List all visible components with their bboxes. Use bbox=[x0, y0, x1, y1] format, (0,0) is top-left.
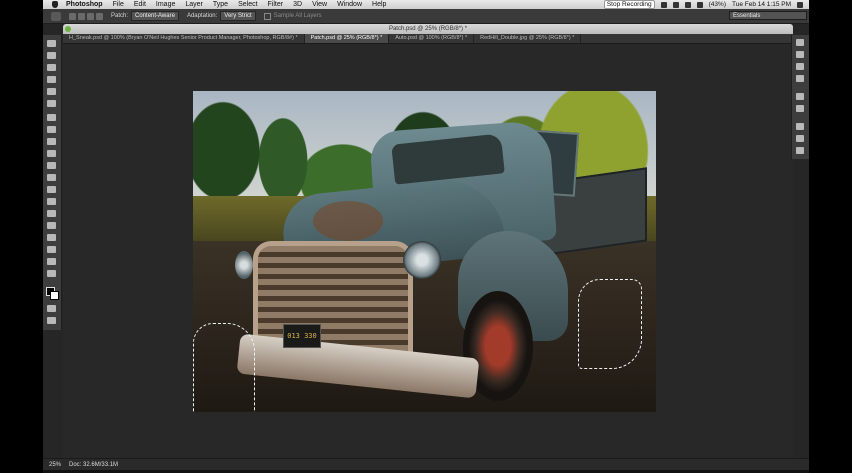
new-selection-icon[interactable] bbox=[69, 12, 76, 20]
tab-label: Patch.psd @ 25% (RGB/8*) * bbox=[310, 35, 383, 41]
add-selection-icon[interactable] bbox=[78, 12, 85, 20]
properties-panel-icon[interactable] bbox=[796, 51, 804, 58]
clone-stamp-tool-icon[interactable] bbox=[47, 138, 56, 145]
truck-photo[interactable]: 013 330 bbox=[193, 91, 656, 412]
volume-icon[interactable] bbox=[696, 1, 703, 8]
tool-options-bar: Patch: Content-Aware Adaptation: Very St… bbox=[43, 9, 809, 24]
zoom-tool-icon[interactable] bbox=[47, 270, 56, 277]
right-black-bar bbox=[809, 0, 852, 473]
swatches-panel-icon[interactable] bbox=[796, 105, 804, 112]
history-panel-icon[interactable] bbox=[796, 39, 804, 46]
truck-headlight-left bbox=[235, 251, 253, 279]
menu-filter[interactable]: Filter bbox=[268, 0, 284, 9]
document-titlebar: Patch.psd @ 25% (RGB/8*) * bbox=[63, 24, 793, 34]
patch-selection-right[interactable] bbox=[578, 279, 642, 369]
sample-all-layers-label: Sample All Layers bbox=[273, 13, 322, 19]
eraser-tool-icon[interactable] bbox=[47, 162, 56, 169]
tab-label: Auto.psd @ 100% (RGB/8*) * bbox=[395, 35, 468, 41]
patch-selection-left[interactable] bbox=[193, 323, 255, 412]
license-plate: 013 330 bbox=[283, 324, 321, 348]
menu-window[interactable]: Window bbox=[337, 0, 362, 9]
patch-label: Patch: bbox=[111, 13, 129, 19]
dodge-tool-icon[interactable] bbox=[47, 198, 56, 205]
stop-recording-button[interactable]: Stop Recording bbox=[603, 0, 655, 9]
intersect-selection-icon[interactable] bbox=[96, 12, 103, 20]
spotlight-search-icon[interactable] bbox=[797, 1, 803, 8]
hand-tool-icon[interactable] bbox=[47, 258, 56, 265]
menu-image[interactable]: Image bbox=[156, 0, 175, 9]
menu-3d[interactable]: 3D bbox=[293, 0, 302, 9]
menu-file[interactable]: File bbox=[113, 0, 124, 9]
left-black-bar bbox=[0, 0, 43, 473]
screen-mode-icon[interactable] bbox=[47, 317, 56, 324]
clock[interactable]: Tue Feb 14 1:15 PM bbox=[732, 1, 791, 8]
adaptation-dropdown[interactable]: Very Strict bbox=[220, 11, 256, 21]
path-selection-tool-icon[interactable] bbox=[47, 234, 56, 241]
menubar-status-area: Stop Recording (43%) Tue Feb 14 1:15 PM bbox=[603, 0, 803, 9]
move-tool-icon[interactable] bbox=[47, 40, 56, 47]
patch-mode-dropdown[interactable]: Content-Aware bbox=[131, 11, 179, 21]
tab-label: H_Sneak.psd @ 100% (Bryan O'Neil Hughes … bbox=[69, 35, 298, 41]
mac-menubar: Photoshop File Edit Image Layer Type Sel… bbox=[43, 0, 809, 9]
battery-status[interactable]: (43%) bbox=[709, 1, 726, 8]
background-color-swatch[interactable] bbox=[50, 291, 59, 300]
panel-dock bbox=[791, 35, 809, 159]
tab-label: RedHill_Double.jpg @ 25% (RGB/8*) * bbox=[480, 35, 575, 41]
apple-menu-icon[interactable] bbox=[52, 1, 58, 8]
info-panel-icon[interactable] bbox=[796, 63, 804, 70]
gradient-tool-icon[interactable] bbox=[47, 174, 56, 181]
menu-type[interactable]: Type bbox=[213, 0, 228, 9]
document-title: Patch.psd @ 25% (RGB/8*) * bbox=[388, 26, 468, 32]
type-tool-icon[interactable] bbox=[47, 222, 56, 229]
tools-panel bbox=[43, 35, 62, 330]
menu-select[interactable]: Select bbox=[238, 0, 257, 9]
color-panel-icon[interactable] bbox=[796, 93, 804, 100]
quick-selection-tool-icon[interactable] bbox=[47, 76, 56, 83]
adaptation-label: Adaptation: bbox=[186, 13, 218, 19]
tab-redhill-double[interactable]: RedHill_Double.jpg @ 25% (RGB/8*) * bbox=[474, 34, 582, 43]
tool-preset-picker-icon[interactable] bbox=[51, 11, 61, 21]
sample-all-layers-checkbox[interactable] bbox=[263, 12, 271, 20]
truck-headlight-right bbox=[403, 241, 441, 279]
subtract-selection-icon[interactable] bbox=[87, 12, 94, 20]
patch-tool-icon[interactable] bbox=[47, 114, 56, 121]
menu-help[interactable]: Help bbox=[372, 0, 386, 9]
document-tabs: H_Sneak.psd @ 100% (Bryan O'Neil Hughes … bbox=[63, 34, 793, 44]
lasso-tool-icon[interactable] bbox=[47, 64, 56, 71]
wifi-icon[interactable] bbox=[684, 1, 691, 8]
menu-edit[interactable]: Edit bbox=[134, 0, 146, 9]
brush-tool-icon[interactable] bbox=[47, 126, 56, 133]
status-icon[interactable] bbox=[660, 1, 667, 8]
window-zoom-icon[interactable] bbox=[65, 26, 71, 32]
eyedropper-tool-icon[interactable] bbox=[47, 100, 56, 107]
menu-view[interactable]: View bbox=[312, 0, 327, 9]
channels-panel-icon[interactable] bbox=[796, 135, 804, 142]
menu-photoshop[interactable]: Photoshop bbox=[66, 0, 103, 9]
tab-auto[interactable]: Auto.psd @ 100% (RGB/8*) * bbox=[389, 34, 475, 43]
crop-tool-icon[interactable] bbox=[47, 88, 56, 95]
tab-patch[interactable]: Patch.psd @ 25% (RGB/8*) * bbox=[304, 34, 390, 43]
history-brush-tool-icon[interactable] bbox=[47, 150, 56, 157]
workspace-switcher[interactable]: Essentials bbox=[729, 11, 807, 20]
adjustments-panel-icon[interactable] bbox=[796, 75, 804, 82]
rust-patch bbox=[313, 201, 383, 241]
photoshop-screen: Photoshop File Edit Image Layer Type Sel… bbox=[43, 0, 809, 473]
marquee-tool-icon[interactable] bbox=[47, 52, 56, 59]
quick-mask-icon[interactable] bbox=[47, 305, 56, 312]
pen-tool-icon[interactable] bbox=[47, 210, 56, 217]
menu-layer[interactable]: Layer bbox=[185, 0, 203, 9]
bluetooth-icon[interactable] bbox=[672, 1, 679, 8]
blur-tool-icon[interactable] bbox=[47, 186, 56, 193]
paths-panel-icon[interactable] bbox=[796, 147, 804, 154]
tab-h-sneak[interactable]: H_Sneak.psd @ 100% (Bryan O'Neil Hughes … bbox=[63, 34, 305, 43]
layers-panel-icon[interactable] bbox=[796, 123, 804, 130]
shape-tool-icon[interactable] bbox=[47, 246, 56, 253]
